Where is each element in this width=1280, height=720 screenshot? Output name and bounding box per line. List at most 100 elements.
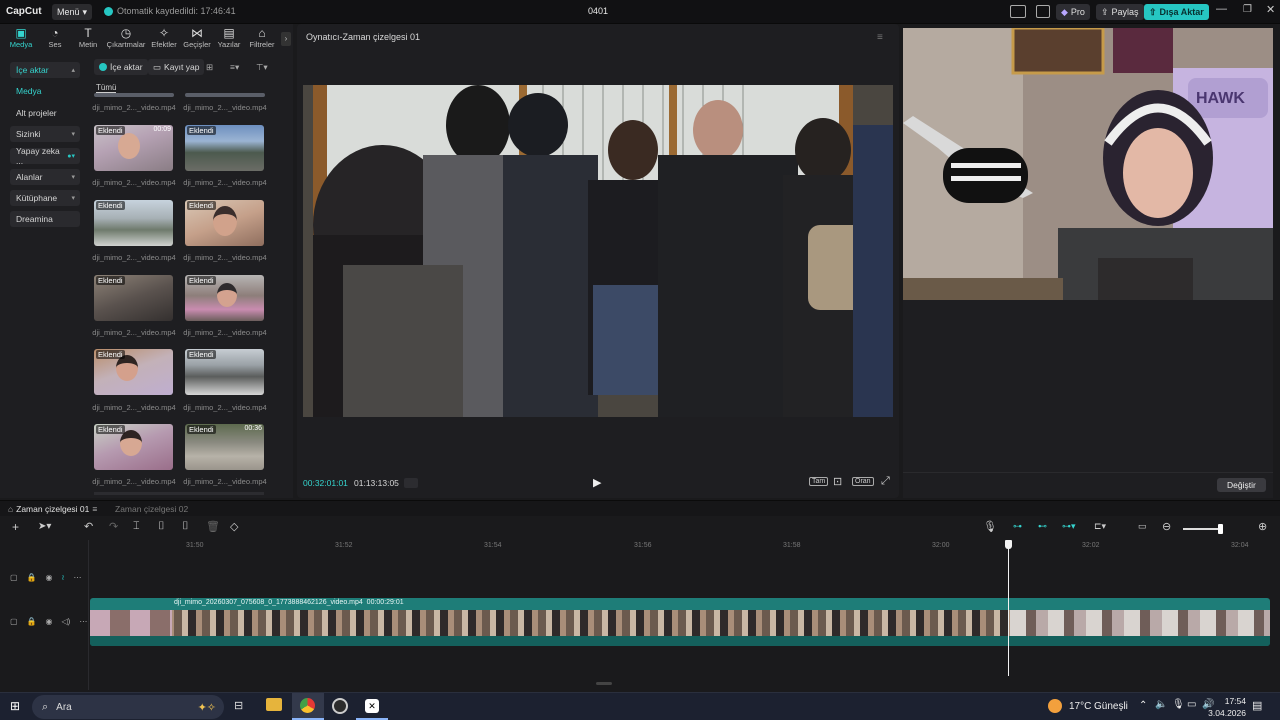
minimize-icon[interactable]: — xyxy=(1216,3,1227,15)
file-explorer-icon[interactable] xyxy=(266,698,282,711)
split-icon[interactable]: ⌶ xyxy=(133,520,140,533)
tab-timeline-02[interactable]: Zaman çizelgesi 02 xyxy=(115,504,188,514)
grid-view-icon[interactable]: ⊞ xyxy=(206,59,213,75)
filter-all-tab[interactable]: Tümü xyxy=(96,83,117,93)
tab-stickers[interactable]: ◷ Çıkartmalar xyxy=(105,26,147,49)
chevron-up-icon[interactable]: ⌃ xyxy=(1139,700,1147,711)
sidebar-item-dreamina[interactable]: Dreamina xyxy=(10,211,80,227)
sort-icon[interactable]: ≡▾ xyxy=(230,59,239,75)
speaker-icon[interactable]: ◁) xyxy=(62,617,71,626)
eye-icon[interactable]: ◉ xyxy=(46,617,53,626)
obs-icon[interactable] xyxy=(332,698,348,714)
zoom-slider-track[interactable] xyxy=(1183,528,1223,530)
media-thumbnail[interactable]: Eklendi xyxy=(94,275,173,321)
screenshot-icon[interactable]: ⊡ xyxy=(833,475,842,488)
time-ruler[interactable]: 31:50 31:52 31:54 31:56 31:58 32:00 32:0… xyxy=(0,540,1280,554)
lock-icon[interactable]: 🔒 xyxy=(27,573,37,582)
trim-left-icon[interactable]: ⌷ xyxy=(158,520,165,533)
menu-button[interactable]: Menü ▾ xyxy=(52,4,93,20)
link-icon[interactable]: ⊶ xyxy=(1013,521,1022,532)
filter-icon[interactable]: ⊤▾ xyxy=(256,59,268,75)
notification-icon[interactable]: ▤ xyxy=(1252,699,1262,712)
chrome-taskbar-item[interactable] xyxy=(292,693,324,720)
timeline-scrollbar[interactable] xyxy=(596,682,612,685)
player-menu-icon[interactable]: ≡ xyxy=(877,32,883,43)
capcut-taskbar-item[interactable]: ✕ xyxy=(356,693,388,720)
taskbar-search[interactable]: ⌕ Ara ✦✧ xyxy=(32,695,224,719)
sidebar-item-spaces[interactable]: Alanlar ▾ xyxy=(10,169,80,185)
close-icon[interactable]: ✕ xyxy=(1266,3,1275,16)
play-icon[interactable]: ▶ xyxy=(593,476,601,489)
add-track-icon[interactable]: + xyxy=(12,520,19,534)
track-checkbox-icon[interactable]: ▢ xyxy=(10,573,18,582)
snap-icon[interactable]: ⊶▾ xyxy=(1062,521,1076,532)
windows-start-icon[interactable]: ⊞ xyxy=(10,699,20,713)
preview-axis-icon[interactable]: ⊏▾ xyxy=(1094,521,1106,532)
sidebar-item-media[interactable]: Medya xyxy=(10,83,80,99)
record-button[interactable]: ▭ Kayıt yap xyxy=(148,59,205,75)
media-thumbnail[interactable]: Eklendi xyxy=(185,275,264,321)
playhead-line[interactable] xyxy=(1008,540,1009,676)
media-thumbnail[interactable]: Eklendi 00:36 xyxy=(185,424,264,470)
eye-icon[interactable]: ◉ xyxy=(46,573,53,582)
microphone-icon[interactable]: 🎙 xyxy=(983,520,997,533)
tab-timeline-01[interactable]: ⌂ Zaman çizelgesi 01 ≡ xyxy=(8,504,97,514)
playhead-handle[interactable] xyxy=(1005,540,1012,549)
track-checkbox-icon[interactable]: ▢ xyxy=(10,617,18,626)
media-thumbnail[interactable]: Eklendi xyxy=(185,349,264,395)
sidebar-item-import[interactable]: İçe aktar ▴ xyxy=(10,62,80,78)
audio-wave-icon[interactable]: ≀ xyxy=(62,573,65,582)
redo-icon[interactable]: ↷ xyxy=(109,520,118,533)
video-clip[interactable]: dji_mimo_20260307_075608_0_1773888462126… xyxy=(90,598,1270,646)
media-thumbnail[interactable]: Eklendi xyxy=(94,349,173,395)
select-tool-icon[interactable]: ➤▾ xyxy=(38,521,51,532)
tab-filters[interactable]: ⌂ Filtreler xyxy=(245,26,279,49)
ratio-button[interactable]: Oran xyxy=(852,477,874,486)
pro-button[interactable]: ◆ Pro xyxy=(1056,4,1090,20)
zoom-slider-handle[interactable] xyxy=(1218,524,1223,534)
marker-icon[interactable]: ◇ xyxy=(230,520,238,533)
video-preview[interactable] xyxy=(303,85,893,417)
media-thumbnail[interactable]: Eklendi xyxy=(94,200,173,246)
trim-right-icon[interactable]: ⌷ xyxy=(182,520,189,533)
import-button[interactable]: İçe aktar xyxy=(94,59,148,75)
media-thumbnail[interactable]: Eklendi xyxy=(185,200,264,246)
clock-date[interactable]: 3.04.2026 xyxy=(1196,708,1246,718)
tab-captions[interactable]: ▤ Yazılar xyxy=(212,26,246,49)
zoom-out-icon[interactable]: ⊖ xyxy=(1162,520,1171,533)
media-thumbnail[interactable]: Eklendi xyxy=(185,125,264,171)
microphone-icon[interactable]: 🎙 xyxy=(1172,699,1185,710)
change-button[interactable]: Değiştir xyxy=(1217,478,1266,492)
more-icon[interactable]: ⋯ xyxy=(79,617,87,626)
delete-icon[interactable]: 🗑 xyxy=(206,520,220,533)
speaker-icon[interactable]: 🔈 xyxy=(1155,699,1167,710)
undo-icon[interactable]: ↶ xyxy=(84,520,93,533)
clock-time[interactable]: 17:54 xyxy=(1206,696,1246,706)
task-view-icon[interactable]: ⊟ xyxy=(234,699,243,712)
tab-effects[interactable]: ✧ Efektler xyxy=(147,26,181,49)
share-button[interactable]: ⇪ Paylaş xyxy=(1096,4,1144,20)
chevron-right-icon[interactable]: › xyxy=(281,32,291,46)
more-icon[interactable]: ⋯ xyxy=(74,573,82,582)
sidebar-item-ai[interactable]: Yapay zeka ... ●▾ xyxy=(10,146,80,166)
media-thumbnail[interactable]: Eklendi xyxy=(94,424,173,470)
layout-icon[interactable] xyxy=(1010,5,1026,18)
lock-icon[interactable]: 🔒 xyxy=(27,617,37,626)
tab-audio[interactable]: ◔ Ses xyxy=(38,26,72,49)
sidebar-item-yours[interactable]: Sizinki ▾ xyxy=(10,126,80,142)
timecode-toggle-icon[interactable] xyxy=(404,478,418,488)
expand-icon[interactable]: ⤢ xyxy=(881,475,890,488)
sidebar-item-library[interactable]: Kütüphane ▾ xyxy=(10,190,80,206)
tab-text[interactable]: T Metin xyxy=(71,26,105,49)
fullscreen-quality-button[interactable]: Tam xyxy=(809,477,829,486)
export-button[interactable]: ⇧ Dışa Aktar xyxy=(1144,4,1209,20)
sidebar-item-subprojects[interactable]: Alt projeler xyxy=(10,105,80,121)
zoom-in-icon[interactable]: ⊕ xyxy=(1258,520,1267,533)
maximize-icon[interactable]: ❐ xyxy=(1243,4,1252,15)
caption-icon[interactable]: ▭ xyxy=(1138,521,1147,532)
media-thumbnail[interactable]: Eklendi 00:09 xyxy=(94,125,173,171)
magnet-icon[interactable]: ⊷ xyxy=(1038,521,1047,532)
shortcuts-icon[interactable] xyxy=(1036,5,1050,18)
tab-transitions[interactable]: ⋈ Geçişler xyxy=(180,26,214,49)
tab-media[interactable]: ▣ Medya xyxy=(4,26,38,49)
